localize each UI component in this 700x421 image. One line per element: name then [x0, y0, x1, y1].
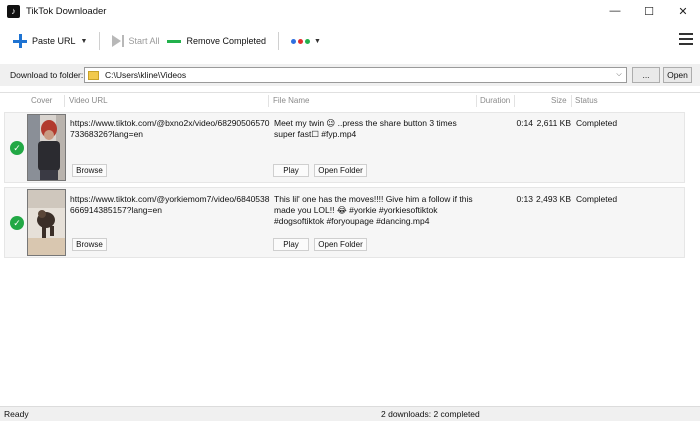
download-folder-label: Download to folder:	[10, 70, 84, 80]
download-row[interactable]: ✓ https://www.tiktok.com/@bxno2x/video/6…	[4, 112, 685, 183]
status-text: Completed	[576, 194, 618, 204]
chevron-down-icon: ▼	[314, 37, 321, 45]
download-summary-text: 2 downloads: 2 completed	[381, 409, 480, 419]
status-bar: Ready 2 downloads: 2 completed	[0, 406, 700, 421]
open-folder-button[interactable]: Open	[663, 67, 692, 83]
status-text: Completed	[576, 118, 618, 128]
list-header: Cover Video URL File Name Duration Size …	[0, 93, 700, 109]
video-url: https://www.tiktok.com/@yorkiemom7/video…	[70, 194, 270, 215]
size-value: 2,493 KB	[536, 194, 571, 204]
play-button[interactable]: Play	[273, 238, 309, 251]
column-header-status[interactable]: Status	[575, 96, 598, 105]
completed-check-icon: ✓	[10, 141, 24, 155]
download-folder-input[interactable]: C:\Users\kline\Videos ⌵	[84, 67, 627, 83]
menu-icon[interactable]	[679, 33, 693, 45]
download-row[interactable]: ✓ https://www.tiktok.com/@yorkiemom7/vid…	[4, 187, 685, 258]
color-dot	[305, 38, 311, 44]
start-all-label: Start All	[128, 36, 160, 46]
file-name: This lil' one has the moves!!!! Give him…	[274, 194, 473, 226]
tiktok-app-icon: ♪	[7, 4, 20, 18]
minimize-button[interactable]: —	[598, 0, 632, 22]
browse-button[interactable]: Browse	[72, 238, 107, 251]
column-header-file[interactable]: File Name	[273, 96, 309, 105]
plus-icon	[12, 33, 28, 49]
folder-icon	[88, 70, 99, 80]
duration-value: 0:14	[516, 118, 533, 128]
status-ready-text: Ready	[4, 409, 29, 419]
toolbar-divider	[99, 32, 101, 50]
column-header-size[interactable]: Size	[551, 96, 567, 105]
paste-url-label: Paste URL	[32, 36, 76, 46]
file-name: Meet my twin 😉 ..press the share button …	[274, 118, 457, 139]
color-dots-icon	[291, 38, 312, 44]
chevron-down-icon[interactable]: ▼	[81, 38, 88, 45]
toolbar: Paste URL ▼ Start All Remove Completed ▼	[0, 24, 700, 58]
title-bar: ♪ TikTok Downloader — ☐ ✕	[0, 0, 700, 22]
open-folder-button[interactable]: Open Folder	[314, 238, 367, 251]
size-value: 2,611 KB	[536, 118, 571, 128]
column-header-duration[interactable]: Duration	[480, 96, 510, 105]
chevron-down-icon[interactable]: ⌵	[612, 71, 626, 79]
paste-url-button[interactable]: Paste URL ▼	[8, 29, 91, 53]
remove-dash-icon	[167, 39, 182, 43]
folder-path-value: C:\Users\kline\Videos	[105, 70, 187, 80]
window-controls: — ☐ ✕	[598, 0, 700, 22]
theme-color-button[interactable]: ▼	[287, 29, 325, 53]
close-button[interactable]: ✕	[666, 0, 700, 22]
column-header-cover[interactable]: Cover	[31, 96, 52, 105]
start-all-button[interactable]: Start All	[108, 29, 163, 53]
remove-completed-label: Remove Completed	[186, 36, 267, 46]
video-cover-thumbnail	[27, 189, 66, 256]
maximize-button[interactable]: ☐	[632, 0, 666, 22]
window-title: TikTok Downloader	[26, 5, 107, 17]
browse-button[interactable]: Browse	[72, 164, 107, 177]
browse-folder-button[interactable]: ...	[632, 67, 660, 83]
video-cover-thumbnail	[27, 114, 66, 181]
duration-value: 0:13	[516, 194, 533, 204]
remove-completed-button[interactable]: Remove Completed	[163, 29, 270, 53]
open-folder-button[interactable]: Open Folder	[314, 164, 367, 177]
bar-icon	[122, 35, 125, 47]
play-button[interactable]: Play	[273, 164, 309, 177]
completed-check-icon: ✓	[10, 216, 24, 230]
toolbar-divider	[278, 32, 280, 50]
download-folder-row: Download to folder: C:\Users\kline\Video…	[0, 64, 700, 86]
color-dot	[291, 38, 297, 44]
downloads-list: Cover Video URL File Name Duration Size …	[0, 92, 700, 406]
play-icon	[112, 35, 122, 47]
column-header-url[interactable]: Video URL	[69, 96, 108, 105]
video-url: https://www.tiktok.com/@bxno2x/video/682…	[70, 118, 270, 139]
color-dot	[298, 38, 304, 44]
